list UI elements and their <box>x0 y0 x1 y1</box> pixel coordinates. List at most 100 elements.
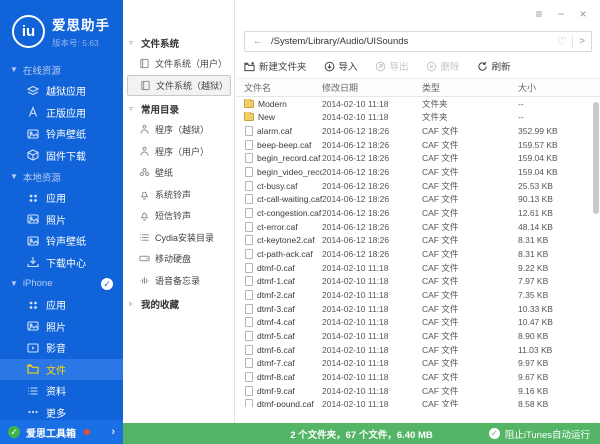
sidebar-item-device-media[interactable]: 影音 <box>0 337 123 359</box>
sidebar-item-firmware-download[interactable]: 固件下载 <box>0 145 123 167</box>
table-row[interactable]: dtmf-3.caf 2014-02-10 11:18 CAF 文件 10.33 KB <box>236 302 600 316</box>
table-row[interactable]: dtmf-7.caf 2014-02-10 11:18 CAF 文件 9.97 KB <box>236 356 600 370</box>
file-type: CAF 文件 <box>422 139 459 150</box>
sidebar-item-label: 照片 <box>46 215 66 227</box>
table-row[interactable]: beep-beep.caf 2014-06-12 18:26 CAF 文件 159.5… <box>236 138 600 152</box>
tree-group-file-system[interactable]: ▿ 文件系统 <box>123 32 234 53</box>
tree-item-mobile-disk[interactable]: 移动硬盘 <box>123 248 234 270</box>
table-row[interactable]: ct-congestion.caf 2014-06-12 18:26 CAF 文件 1… <box>236 206 600 220</box>
path-input[interactable]: /System/Library/Audio/UISounds <box>271 36 552 47</box>
table-row[interactable]: begin_video_record.caf2014-06-12 18:26 CA… <box>236 165 600 179</box>
file-size: 159.04 KB <box>518 153 558 164</box>
table-row[interactable]: dtmf-pound.caf 2014-02-10 11:18 CAF 文件 8.58… <box>236 397 600 407</box>
file-size: 159.57 KB <box>518 139 558 150</box>
table-row[interactable]: dtmf-4.caf 2014-02-10 11:18 CAF 文件 10.47 KB <box>236 316 600 330</box>
file-icon <box>245 385 253 396</box>
file-type: CAF 文件 <box>422 221 459 232</box>
sidebar-section-online-resources[interactable]: ▼ 在线资源 <box>0 59 123 80</box>
tree-group-common-directories[interactable]: ▿ 常用目录 <box>123 98 234 119</box>
tree-group-my-favorites[interactable]: ▹ 我的收藏 <box>123 293 234 314</box>
firmware-download-icon <box>26 149 39 162</box>
sidebar-item-device-data[interactable]: 资料 <box>0 380 123 402</box>
file-date: 2014-02-10 11:18 <box>322 330 389 341</box>
block-itunes-toggle[interactable]: ✓ 阻止iTunes自动运行 <box>488 427 590 441</box>
file-type: CAF 文件 <box>422 208 459 219</box>
cydia-install-dir-icon <box>138 231 150 243</box>
sidebar-item-label: 正版应用 <box>46 108 86 120</box>
refresh-button[interactable]: 刷新 <box>477 59 511 73</box>
table-row[interactable]: alarm.caf 2014-06-12 18:26 CAF 文件 352.99 KB <box>236 124 600 138</box>
tree-item-filesystem-user[interactable]: 文件系统（用户） <box>123 53 234 75</box>
tree-item-programs-user[interactable]: 程序（用户） <box>123 141 234 163</box>
table-row[interactable]: dtmf-6.caf 2014-02-10 11:18 CAF 文件 11.03 KB <box>236 343 600 357</box>
back-arrow-icon[interactable]: ← <box>245 35 271 47</box>
table-row[interactable]: ct-path-ack.caf 2014-06-12 18:26 CAF 文件 8.3… <box>236 247 600 261</box>
table-row[interactable]: Modern 2014-02-10 11:18 文件夹 -- <box>236 97 600 111</box>
sidebar-item-local-apps[interactable]: 应用 <box>0 187 123 209</box>
import-button[interactable]: 导入 <box>324 59 358 73</box>
scrollbar-thumb[interactable] <box>593 102 599 214</box>
table-row[interactable]: ct-error.caf 2014-06-12 18:26 CAF 文件 48.14 … <box>236 220 600 234</box>
tree-item-filesystem-jailbreak[interactable]: 文件系统（越狱） <box>127 74 231 96</box>
file-type: CAF 文件 <box>422 358 459 369</box>
tree-item-sms-ringtones[interactable]: 短信铃声 <box>123 205 234 227</box>
file-icon <box>245 344 253 355</box>
sidebar-item-local-photos[interactable]: 照片 <box>0 209 123 231</box>
new-folder-icon <box>244 61 255 72</box>
table-row[interactable]: dtmf-1.caf 2014-02-10 11:18 CAF 文件 7.97 KB <box>236 275 600 289</box>
table-row[interactable]: ct-busy.caf 2014-06-12 18:26 CAF 文件 25.53 K… <box>236 179 600 193</box>
sidebar-item-device-photos[interactable]: 照片 <box>0 316 123 338</box>
voice-memos-icon <box>138 274 150 286</box>
sidebar-item-genuine-apps[interactable]: 正版应用 <box>0 102 123 124</box>
tree-item-label: 程序（用户） <box>155 146 210 157</box>
column-header-1[interactable]: 修改日期 <box>322 81 422 94</box>
file-icon <box>245 290 253 301</box>
file-type: CAF 文件 <box>422 371 459 382</box>
menu-icon[interactable]: ≡ <box>530 6 548 22</box>
sidebar-item-download-center[interactable]: 下载中心 <box>0 252 123 274</box>
tree-item-wallpaper[interactable]: 壁纸 <box>123 162 234 184</box>
table-row[interactable]: dtmf-9.caf 2014-02-10 11:18 CAF 文件 9.16 KB <box>236 384 600 398</box>
device-files-icon <box>26 363 39 376</box>
tree-item-programs-jailbreak[interactable]: 程序（越狱） <box>123 119 234 141</box>
table-row[interactable]: dtmf-2.caf 2014-02-10 11:18 CAF 文件 7.35 KB <box>236 288 600 302</box>
sidebar-section-iphone[interactable]: ▼ iPhone ✓ <box>0 273 123 294</box>
file-date: 2014-06-12 18:26 <box>322 208 390 219</box>
toolbox-bar[interactable]: ✓ 爱思工具箱 › <box>0 420 123 444</box>
go-arrow-icon[interactable]: > <box>573 36 591 47</box>
close-icon[interactable]: × <box>574 6 592 22</box>
table-row[interactable]: ct-keytone2.caf 2014-06-12 18:26 CAF 文件 8.3… <box>236 234 600 248</box>
tree-item-voice-memos[interactable]: 语音备忘录 <box>123 270 234 292</box>
file-size: 10.47 KB <box>518 317 553 328</box>
table-row[interactable]: dtmf-5.caf 2014-02-10 11:18 CAF 文件 8.90 KB <box>236 329 600 343</box>
device-apps-icon <box>26 298 39 311</box>
sidebar-item-label: 越狱应用 <box>46 87 86 99</box>
tree-item-cydia-install-dir[interactable]: Cydia安装目录 <box>123 227 234 249</box>
new-folder-button[interactable]: 新建文件夹 <box>244 59 307 73</box>
minimize-icon[interactable]: − <box>552 6 570 22</box>
tree-item-label: Cydia安装目录 <box>155 232 215 243</box>
sidebar-item-local-ringtone-wallpaper[interactable]: 铃声壁纸 <box>0 230 123 252</box>
file-icon <box>245 262 253 273</box>
sidebar-item-ringtone-wallpaper[interactable]: 铃声壁纸 <box>0 123 123 145</box>
file-name: dtmf-0.caf <box>257 262 295 273</box>
sidebar-item-device-apps[interactable]: 应用 <box>0 294 123 316</box>
ringtone-wallpaper-icon <box>26 127 39 140</box>
column-header-3[interactable]: 大小 <box>518 81 600 94</box>
table-row[interactable]: dtmf-8.caf 2014-02-10 11:18 CAF 文件 9.67 KB <box>236 370 600 384</box>
table-row[interactable]: ct-call-waiting.caf 2014-06-12 18:26 CAF 文… <box>236 193 600 207</box>
column-header-2[interactable]: 类型 <box>422 81 518 94</box>
file-date: 2014-02-10 11:18 <box>322 262 389 273</box>
file-icon <box>245 371 253 382</box>
tree-item-system-ringtones[interactable]: 系统铃声 <box>123 184 234 206</box>
column-header-0[interactable]: 文件名 <box>236 81 322 94</box>
sidebar-section-local-resources[interactable]: ▼ 本地资源 <box>0 166 123 187</box>
favorite-heart-icon[interactable]: ♡ <box>552 35 572 48</box>
path-row: ← /System/Library/Audio/UISounds ♡ > <box>236 28 600 54</box>
sidebar-item-jailbreak-apps[interactable]: 越狱应用 <box>0 80 123 102</box>
sidebar-item-device-files[interactable]: 文件 <box>0 358 123 380</box>
triangle-down-icon: ▼ <box>10 65 18 74</box>
table-row[interactable]: New 2014-02-10 11:18 文件夹 -- <box>236 111 600 125</box>
table-row[interactable]: begin_record.caf 2014-06-12 18:26 CAF 文件 15… <box>236 152 600 166</box>
table-row[interactable]: dtmf-0.caf 2014-02-10 11:18 CAF 文件 9.22 KB <box>236 261 600 275</box>
